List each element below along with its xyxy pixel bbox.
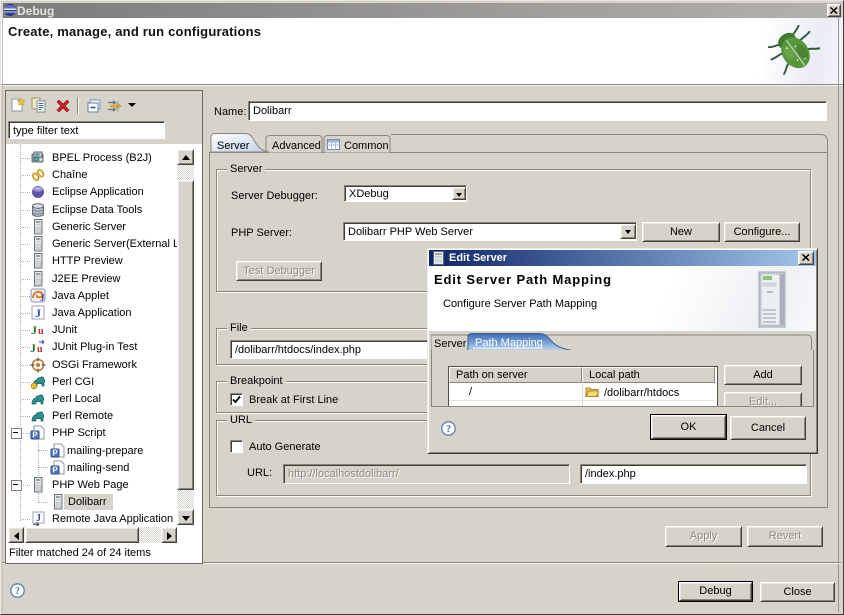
svg-text:?: ? [446, 424, 451, 435]
svg-text:?: ? [15, 586, 20, 597]
